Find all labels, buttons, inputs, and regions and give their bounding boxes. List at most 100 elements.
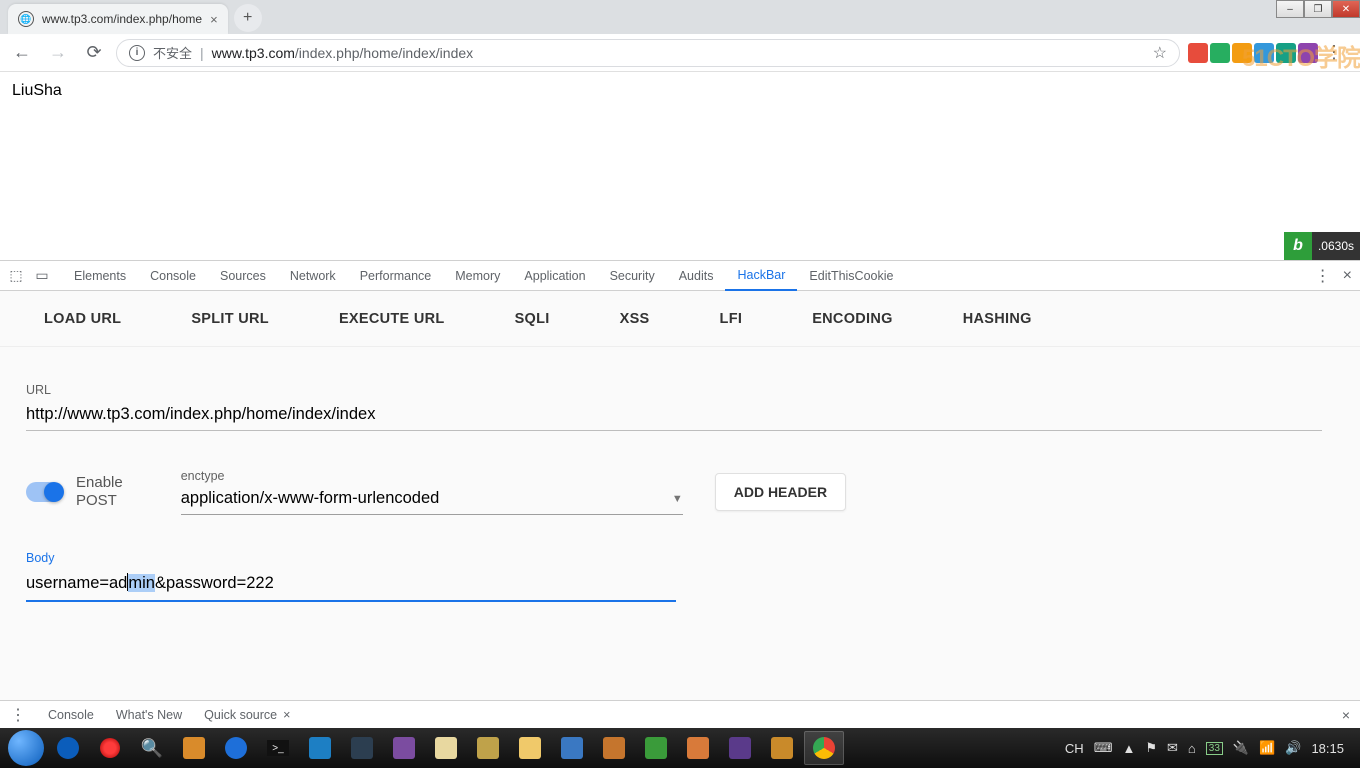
devtools-tab-console[interactable]: Console [138,261,208,291]
devtools-more-icon[interactable]: ⋮ [1315,266,1331,286]
taskbar-item[interactable] [510,731,550,765]
bookmark-star-icon[interactable]: ☆ [1153,43,1167,63]
taskbar: 🔍 >_ CH ⌨ ▲ ⚑ ✉ ⌂ 33 🔌 📶 🔊 18:15 [0,728,1360,768]
devtools-close-icon[interactable]: × [1343,267,1352,285]
devtools-tab-sources[interactable]: Sources [208,261,278,291]
devtools-tab-application[interactable]: Application [512,261,597,291]
start-button[interactable] [6,731,46,765]
taskbar-item[interactable] [762,731,802,765]
tray-icon[interactable]: ⌂ [1188,741,1196,756]
body-field-label: Body [26,551,1334,565]
maximize-button[interactable]: ❐ [1304,0,1332,18]
hackbar-sqli[interactable]: SQLI [515,311,550,327]
tray-power-icon[interactable]: 🔌 [1233,740,1249,756]
tray-ime-icon[interactable]: ⌨ [1094,740,1113,756]
taskbar-item[interactable] [552,731,592,765]
site-info-icon[interactable]: i [129,45,145,61]
reload-button[interactable]: ⟳ [80,39,108,67]
taskbar-item[interactable]: 🔍 [132,731,172,765]
new-tab-button[interactable]: + [234,4,262,32]
close-icon[interactable]: × [283,708,290,722]
taskbar-item[interactable] [636,731,676,765]
taskbar-item[interactable] [48,731,88,765]
tray-volume-icon[interactable]: 🔊 [1285,740,1301,756]
drawer-tab-whatsnew[interactable]: What's New [116,708,182,722]
body-input[interactable]: username=admin&password=222 [26,569,676,602]
extension-icon[interactable] [1188,43,1208,63]
browser-tab-strip: 🌐 www.tp3.com/index.php/home × + [0,0,1360,34]
hackbar-hashing[interactable]: HASHING [963,311,1032,327]
taskbar-item[interactable] [594,731,634,765]
browser-tab[interactable]: 🌐 www.tp3.com/index.php/home × [8,4,228,34]
tray-clock[interactable]: 18:15 [1311,741,1344,756]
tray-icon[interactable]: ▲ [1122,741,1135,756]
page-content: LiuSha [0,72,1360,110]
taskbar-item[interactable] [678,731,718,765]
hackbar-split-url[interactable]: SPLIT URL [191,311,269,327]
tray-icon[interactable]: ⚑ [1145,740,1157,756]
enctype-select[interactable]: application/x-www-form-urlencoded ▼ [181,483,683,515]
extension-icon[interactable] [1298,43,1318,63]
device-toolbar-icon[interactable]: ▭ [34,268,50,284]
url-input[interactable] [26,401,1322,431]
extension-icon[interactable] [1276,43,1296,63]
inspect-element-icon[interactable]: ⬚ [8,268,24,284]
enable-post-toggle[interactable] [26,482,62,502]
taskbar-item[interactable] [90,731,130,765]
taskbar-item[interactable] [174,731,214,765]
minimize-button[interactable]: – [1276,0,1304,18]
hackbar-menu: LOAD URL SPLIT URL EXECUTE URL SQLI XSS … [0,291,1360,347]
enctype-label: enctype [181,469,683,483]
close-button[interactable]: ✕ [1332,0,1360,18]
devtools-tab-network[interactable]: Network [278,261,348,291]
search-icon: 🔍 [141,738,163,759]
taskbar-item[interactable] [300,731,340,765]
hackbar-xss[interactable]: XSS [620,311,650,327]
drawer-tab-quicksource[interactable]: Quick source × [204,708,290,722]
taskbar-item-chrome[interactable] [804,731,844,765]
extension-icon[interactable] [1232,43,1252,63]
tray-lang[interactable]: CH [1065,741,1084,756]
add-header-button[interactable]: ADD HEADER [715,473,846,511]
devtools-tab-elements[interactable]: Elements [62,261,138,291]
devtools-tab-performance[interactable]: Performance [348,261,444,291]
window-controls: – ❐ ✕ [1276,0,1360,18]
back-button[interactable]: ← [8,39,36,67]
extension-icon[interactable] [1254,43,1274,63]
taskbar-item[interactable] [720,731,760,765]
forward-button[interactable]: → [44,39,72,67]
devtools-tab-editthiscookie[interactable]: EditThisCookie [797,261,905,291]
drawer-tab-console[interactable]: Console [48,708,94,722]
tray-icon[interactable]: ✉ [1167,740,1178,756]
hackbar-encoding[interactable]: ENCODING [812,311,893,327]
url-path: /index.php/home/index/index [295,45,473,61]
taskbar-item[interactable] [216,731,256,765]
taskbar-item[interactable] [468,731,508,765]
taskbar-item[interactable]: >_ [258,731,298,765]
taskbar-item[interactable] [384,731,424,765]
hackbar-load-url[interactable]: LOAD URL [44,311,121,327]
chevron-down-icon: ▼ [672,493,683,505]
extension-icon[interactable] [1210,43,1230,63]
drawer-close-icon[interactable]: × [1342,707,1350,723]
taskbar-item[interactable] [426,731,466,765]
devtools-tab-audits[interactable]: Audits [667,261,726,291]
extensions-area: ⋮ [1188,39,1352,67]
enctype-value: application/x-www-form-urlencoded [181,489,440,508]
drawer-menu-icon[interactable]: ⋮ [10,705,26,725]
tab-close-icon[interactable]: × [210,12,218,27]
taskbar-item[interactable] [342,731,382,765]
address-bar[interactable]: i 不安全 | www.tp3.com/index.php/home/index… [116,39,1180,67]
devtools-tab-hackbar[interactable]: HackBar [725,261,797,291]
tray-battery-icon[interactable]: 33 [1206,742,1223,755]
devtools-tab-security[interactable]: Security [598,261,667,291]
devtools-tab-memory[interactable]: Memory [443,261,512,291]
tray-network-icon[interactable]: 📶 [1259,740,1275,756]
thinkphp-badge[interactable]: b .0630s [1284,232,1360,260]
hackbar-lfi[interactable]: LFI [720,311,743,327]
browser-menu-icon[interactable]: ⋮ [1320,39,1348,67]
windows-logo-icon [8,730,44,766]
separator: | [200,45,204,61]
thinkphp-logo-icon: b [1284,232,1312,260]
hackbar-execute-url[interactable]: EXECUTE URL [339,311,445,327]
